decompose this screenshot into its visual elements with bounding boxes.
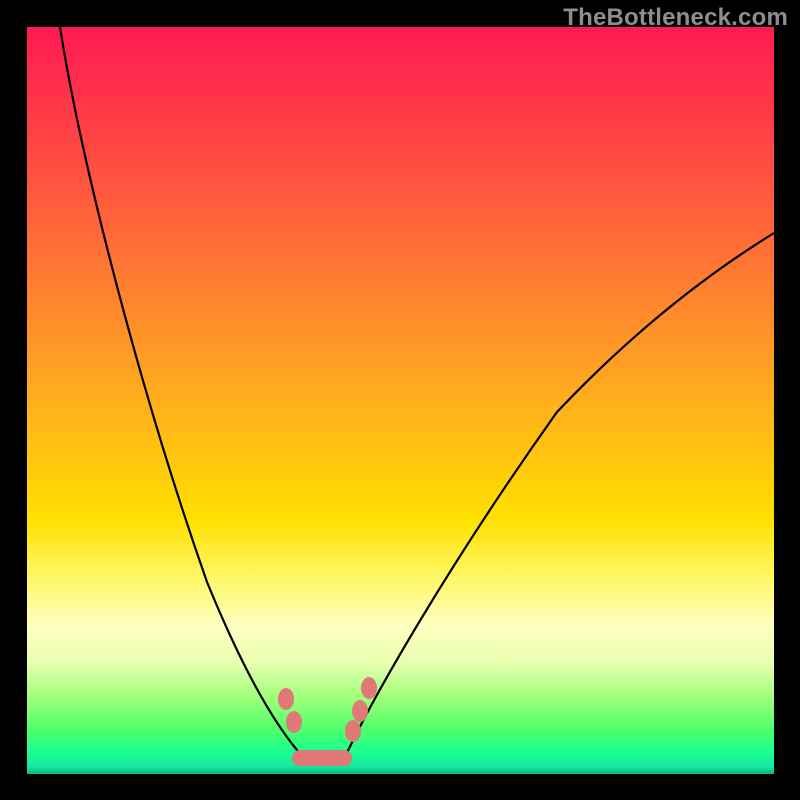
left-curve (60, 27, 303, 757)
curve-layer (27, 27, 774, 774)
right-marker-mid (352, 700, 368, 722)
trough-marker-bar (292, 750, 352, 766)
right-marker-lower (345, 720, 361, 742)
chart-frame: TheBottleneck.com (0, 0, 800, 800)
left-marker-upper (278, 688, 294, 710)
left-marker-lower (286, 711, 302, 733)
right-curve (345, 233, 774, 757)
right-marker-upper (361, 677, 377, 699)
